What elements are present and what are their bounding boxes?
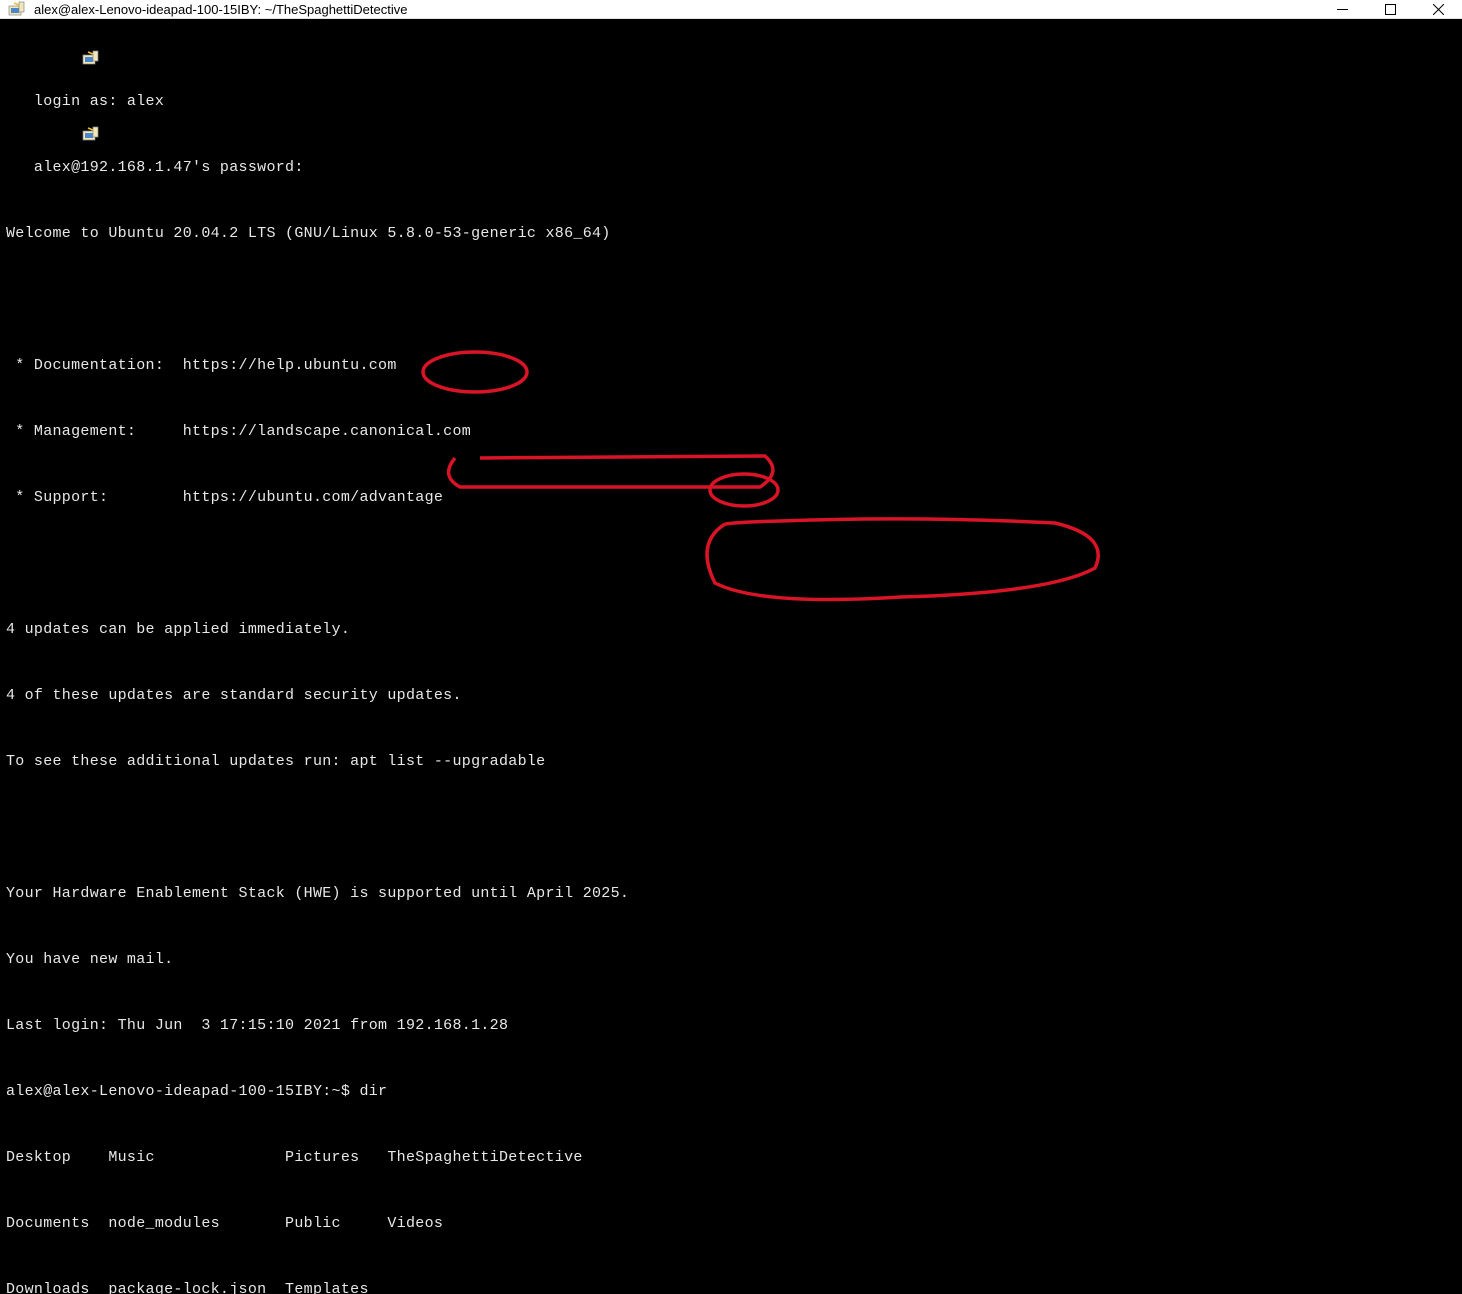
putty-icon — [8, 0, 26, 18]
terminal-line: alex@alex-Lenovo-ideapad-100-15IBY:~$ di… — [6, 1081, 1462, 1103]
terminal-area[interactable]: login as: alex alex@192.168.1.47's passw… — [0, 19, 1462, 1294]
window-controls — [1318, 0, 1462, 18]
putty-window: alex@alex-Lenovo-ideapad-100-15IBY: ~/Th… — [0, 0, 1462, 647]
terminal-line: Downloads package-lock.json Templates — [6, 1279, 1462, 1294]
titlebar: alex@alex-Lenovo-ideapad-100-15IBY: ~/Th… — [0, 0, 1462, 19]
terminal-line — [6, 553, 1462, 575]
terminal-line: Last login: Thu Jun 3 17:15:10 2021 from… — [6, 1015, 1462, 1037]
terminal-line: Desktop Music Pictures TheSpaghettiDetec… — [6, 1147, 1462, 1169]
minimize-button[interactable] — [1318, 0, 1366, 18]
putty-session-icon — [8, 27, 100, 97]
terminal-line: login as: alex — [6, 91, 1462, 113]
terminal-line: Your Hardware Enablement Stack (HWE) is … — [6, 883, 1462, 905]
terminal-line: alex@192.168.1.47's password: — [6, 157, 1462, 179]
terminal-line — [6, 289, 1462, 311]
terminal-line: * Support: https://ubuntu.com/advantage — [6, 487, 1462, 509]
terminal-line: Welcome to Ubuntu 20.04.2 LTS (GNU/Linux… — [6, 223, 1462, 245]
terminal-line: 4 updates can be applied immediately. — [6, 619, 1462, 641]
connection-icons — [8, 27, 100, 173]
terminal-line: You have new mail. — [6, 949, 1462, 971]
window-title: alex@alex-Lenovo-ideapad-100-15IBY: ~/Th… — [34, 2, 407, 17]
terminal-line: 4 of these updates are standard security… — [6, 685, 1462, 707]
terminal-line: To see these additional updates run: apt… — [6, 751, 1462, 773]
putty-session-icon — [8, 103, 100, 173]
maximize-button[interactable] — [1366, 0, 1414, 18]
terminal-line: Documents node_modules Public Videos — [6, 1213, 1462, 1235]
terminal-line: * Documentation: https://help.ubuntu.com — [6, 355, 1462, 377]
terminal-line: * Management: https://landscape.canonica… — [6, 421, 1462, 443]
terminal-line — [6, 817, 1462, 839]
close-button[interactable] — [1414, 0, 1462, 18]
